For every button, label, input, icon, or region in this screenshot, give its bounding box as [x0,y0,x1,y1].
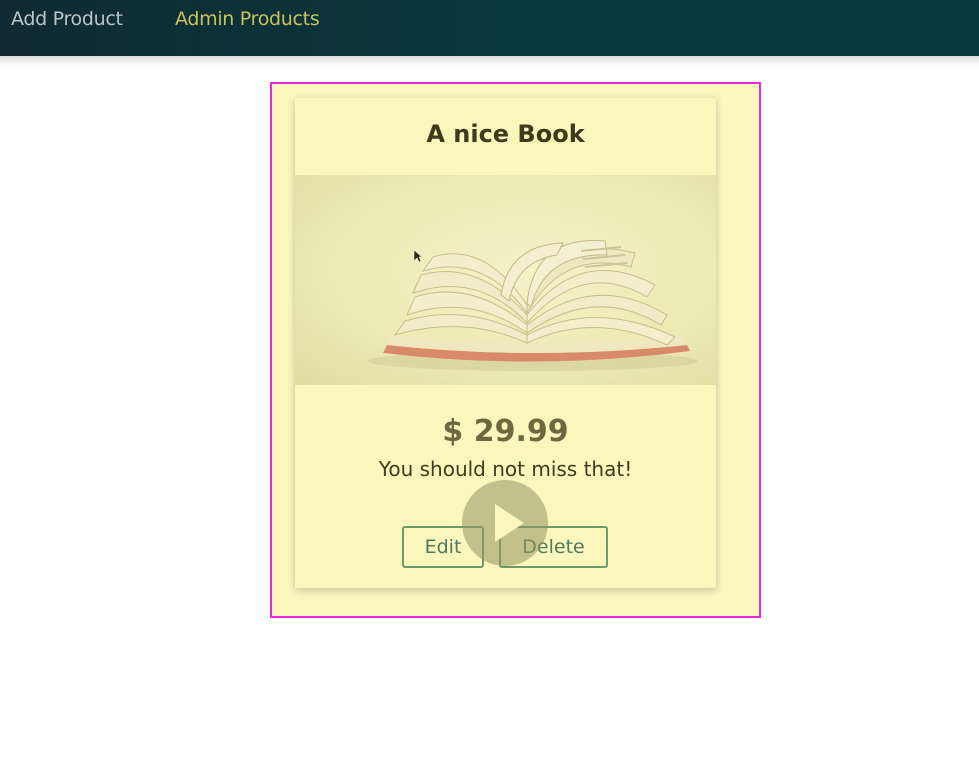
play-icon [495,504,524,542]
top-navigation-bar: Add Product Admin Products [0,0,979,56]
navbar-shadow [0,56,979,66]
nav-link-add-product[interactable]: Add Product [11,8,123,30]
nav-link-admin-products[interactable]: Admin Products [175,8,320,30]
product-description: You should not miss that! [378,457,633,481]
product-title: A nice Book [426,120,585,148]
open-book-image [295,175,716,385]
mouse-cursor-icon [413,249,423,263]
video-play-button[interactable] [462,480,548,566]
product-price: $ 29.99 [442,414,569,449]
